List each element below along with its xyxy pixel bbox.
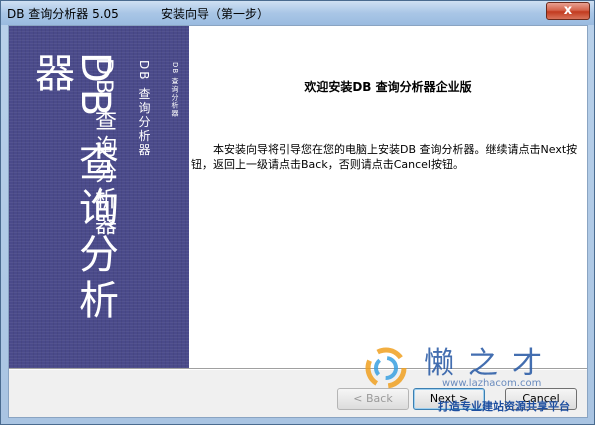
next-button[interactable]: Next > [413, 388, 485, 410]
close-button[interactable]: x [546, 2, 590, 20]
welcome-content: 欢迎安装DB 查询分析器企业版 本安装向导将引导您在您的电脑上安装DB 查询分析… [189, 26, 587, 368]
banner-medium-title: DB 查询分析器 [91, 58, 116, 240]
banner-tiny-title: DB 查询分析器 [171, 62, 179, 118]
banner-small-title: DB 查询分析器 [137, 60, 151, 158]
button-separator [9, 368, 587, 370]
window-app-title: DB 查询分析器 5.05 [7, 7, 119, 21]
welcome-body: 本安装向导将引导您在您的电脑上安装DB 查询分析器。继续请点击Next按钮，返回… [191, 143, 578, 171]
title-bar[interactable]: DB 查询分析器 5.05 安装向导（第一步） x [1, 1, 594, 25]
back-button[interactable]: < Back [337, 388, 409, 410]
cancel-button[interactable]: Cancel [505, 388, 577, 410]
wizard-client-area: DB 查询分析器 DB 查询分析器 DB 查询分析器 DB 查询分析器 欢迎安装… [8, 25, 588, 418]
window-step-title: 安装向导（第一步） [161, 7, 270, 21]
welcome-heading: 欢迎安装DB 查询分析器企业版 [304, 80, 472, 94]
close-icon: x [563, 3, 573, 18]
installer-window: DB 查询分析器 5.05 安装向导（第一步） x DB 查询分析器 DB 查询… [0, 0, 595, 425]
side-banner: DB 查询分析器 DB 查询分析器 DB 查询分析器 DB 查询分析器 [9, 26, 189, 368]
